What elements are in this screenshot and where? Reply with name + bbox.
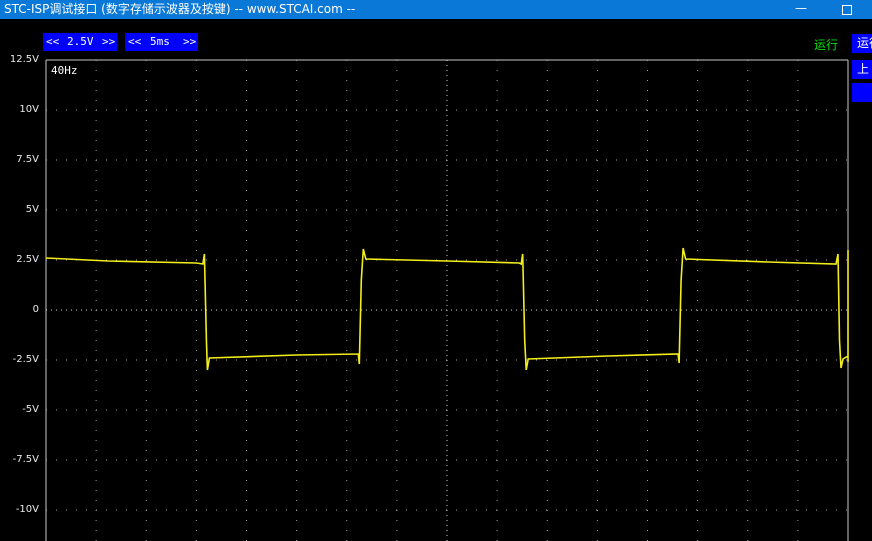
time-scale-control: << 5ms >> [125, 33, 198, 51]
time-scale-value: 5ms [150, 35, 170, 48]
y-tick-label: 10V [19, 104, 39, 115]
y-tick-label: 12.5V [9, 54, 39, 65]
volt-increase-button[interactable]: >> [102, 33, 115, 51]
time-decrease-button[interactable]: << [128, 33, 141, 51]
trace-line [45, 247, 849, 371]
y-tick-label: 5V [25, 204, 39, 215]
y-tick-label: -7.5V [12, 454, 39, 465]
y-tick-label: 2.5V [16, 254, 39, 265]
run-button[interactable]: 运行 [852, 34, 872, 53]
signal-trace [45, 247, 849, 371]
side-button[interactable] [852, 83, 872, 102]
grid [45, 59, 849, 541]
run-status: 运行 [814, 38, 839, 52]
y-tick-label: -2.5V [12, 354, 39, 365]
y-tick-label: 0 [32, 304, 39, 315]
up-button[interactable]: 上 [852, 60, 872, 79]
oscilloscope-display [45, 59, 849, 541]
y-tick-label: -5V [22, 404, 39, 415]
volt-scale-control: << 2.5V >> [43, 33, 117, 51]
time-increase-button[interactable]: >> [183, 33, 196, 51]
y-tick-label: -10V [15, 504, 39, 515]
volt-scale-value: 2.5V [67, 35, 94, 48]
frequency-readout: 40Hz [51, 64, 78, 77]
volt-decrease-button[interactable]: << [46, 33, 59, 51]
y-tick-label: 7.5V [16, 154, 39, 165]
